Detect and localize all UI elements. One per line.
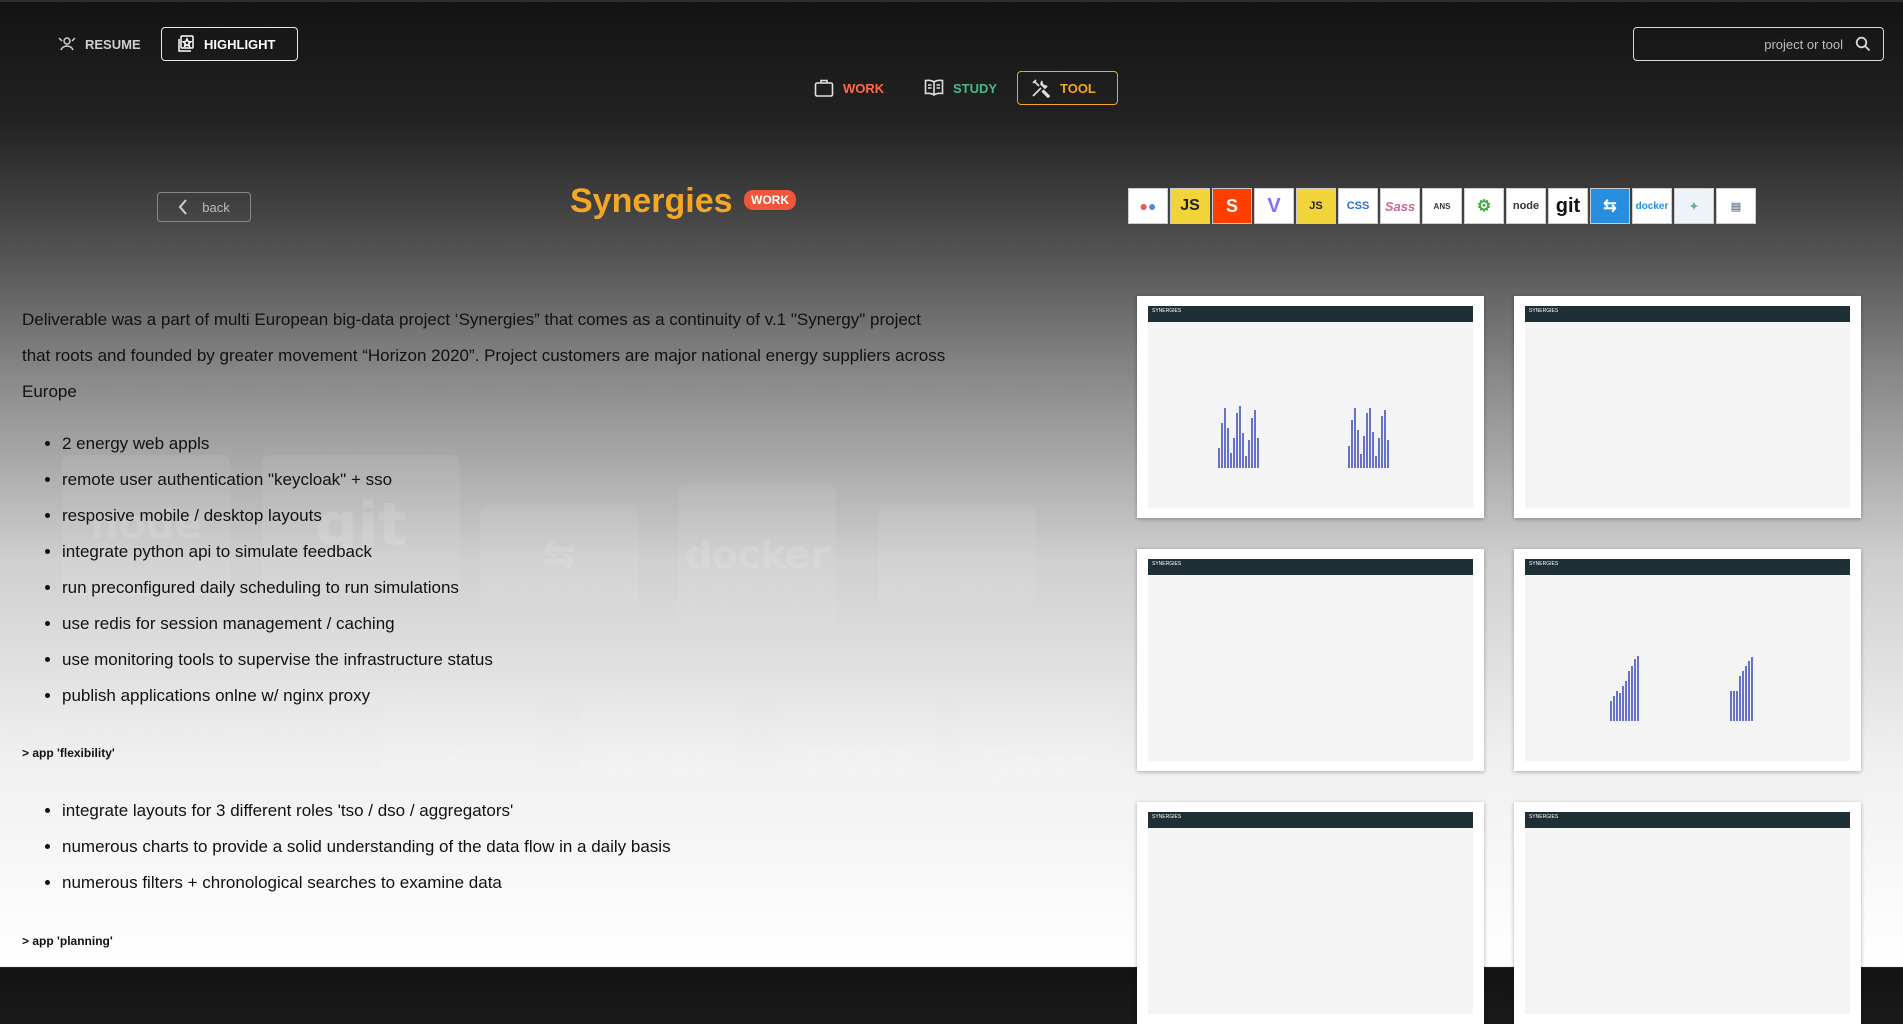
feature-list: 2 energy web appls remote user authentic… (22, 426, 493, 714)
tab-study-label: STUDY (953, 80, 998, 96)
project-description: Deliverable was a part of multi European… (22, 310, 946, 401)
list-item: resposive mobile / desktop layouts (62, 498, 493, 534)
sass-icon[interactable]: Sass (1380, 188, 1420, 224)
flexibility-heading: > app 'flexibility' (22, 746, 115, 760)
ansible-icon[interactable]: ANS (1422, 188, 1462, 224)
highlight-button[interactable]: HIGHLIGHT (161, 27, 298, 61)
top-accent-bar (0, 0, 1903, 2)
docker-icon[interactable]: docker (1632, 188, 1672, 224)
list-item: remote user authentication "keycloak" + … (62, 462, 493, 498)
resume-icon (58, 37, 76, 51)
bg-tile-docker: docker (678, 485, 836, 625)
tool-icon-strip: ● ● JS S V JS CSS Sass ANS ⚙ node git ⇆ d… (1128, 188, 1756, 224)
book-icon (924, 79, 944, 96)
list-item: integrate layouts for 3 different roles … (62, 793, 671, 829)
project-title: Synergies (570, 182, 733, 220)
screenshot-thumbnail[interactable]: SYNERGIES (1514, 296, 1861, 518)
tab-tool[interactable]: TOOL (1017, 71, 1118, 105)
list-item: numerous charts to provide a solid under… (62, 829, 671, 865)
vite-icon[interactable]: V (1254, 188, 1294, 224)
back-label: back (202, 199, 230, 215)
tool-1-icon[interactable]: ● ● (1128, 188, 1168, 224)
git-icon[interactable]: git (1548, 188, 1588, 224)
tool-15-icon[interactable]: ▤ (1716, 188, 1756, 224)
resume-button[interactable]: RESUME (42, 28, 156, 60)
highlight-icon (178, 35, 194, 52)
bg-tile-css3: CSS3 (778, 695, 936, 835)
back-button[interactable]: back (157, 192, 251, 222)
css3-icon[interactable]: CSS (1338, 188, 1378, 224)
list-item: numerous filters + chronological searche… (62, 865, 671, 901)
tool-14-icon[interactable]: ✦ (1674, 188, 1714, 224)
tool-9-icon[interactable]: ⚙ (1464, 188, 1504, 224)
javascript-icon[interactable]: JS (1170, 188, 1210, 224)
screenshot-thumbnail[interactable]: SYNERGIES (1514, 549, 1861, 771)
bg-tile-tool (878, 505, 1036, 605)
search-input[interactable] (1661, 35, 1845, 53)
screenshot-thumbnail[interactable]: SYNERGIES (1137, 802, 1484, 1024)
tab-tool-label: TOOL (1060, 80, 1096, 96)
search-box (1633, 27, 1884, 61)
screenshot-thumbnail[interactable]: SYNERGIES (1514, 802, 1861, 1024)
tools-icon (1032, 79, 1051, 99)
category-badge: WORK (744, 190, 796, 210)
svelte-icon[interactable]: S (1212, 188, 1252, 224)
list-item: integrate python api to simulate feedbac… (62, 534, 493, 570)
tab-work-label: WORK (843, 80, 885, 96)
tab-work[interactable]: WORK (800, 71, 897, 105)
briefcase-icon (814, 79, 834, 97)
screenshot-thumbnail[interactable]: SYNERGIES (1137, 549, 1484, 771)
chevron-left-icon (178, 199, 188, 215)
list-item: use monitoring tools to supervise the in… (62, 642, 493, 678)
resume-label: RESUME (85, 36, 141, 52)
list-item: run preconfigured daily scheduling to ru… (62, 570, 493, 606)
highlight-label: HIGHLIGHT (204, 36, 276, 52)
nodejs-icon[interactable]: node (1506, 188, 1546, 224)
js-es6-icon[interactable]: JS (1296, 188, 1336, 224)
planning-heading: > app 'planning' (22, 934, 113, 948)
bg-tile-sass: Sass (958, 695, 1118, 835)
list-item: 2 energy web appls (62, 426, 493, 462)
flexibility-feature-list: integrate layouts for 3 different roles … (22, 793, 671, 901)
search-icon[interactable] (1855, 36, 1871, 52)
azure-cloud-icon[interactable]: ⇆ (1590, 188, 1630, 224)
bg-tile-cloud: ⇆ (480, 505, 638, 605)
screenshot-thumbnail[interactable]: SYNERGIES (1137, 296, 1484, 518)
tab-study[interactable]: STUDY (910, 71, 1010, 105)
list-item: use redis for session management / cachi… (62, 606, 493, 642)
list-item: publish applications onlne w/ nginx prox… (62, 678, 493, 714)
